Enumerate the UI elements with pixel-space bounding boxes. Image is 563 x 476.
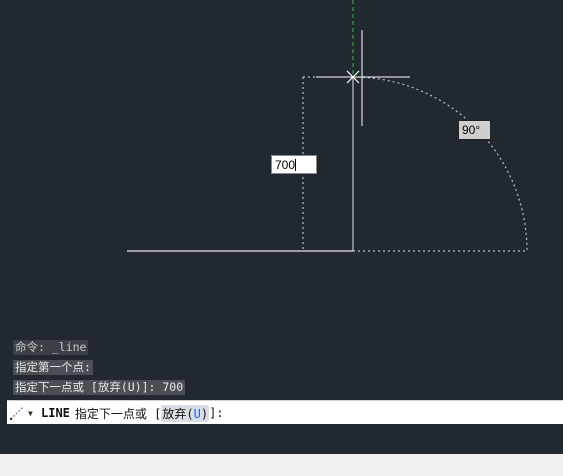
command-prompt-suffix: ]:: [209, 406, 224, 420]
line-tool-icon: [9, 404, 27, 422]
command-history-line: 指定下一点或 [放弃(U)]: 700: [13, 380, 186, 395]
command-history-line: 指定第一个点:: [13, 360, 93, 375]
command-prompt: 指定下一点或 [: [74, 406, 162, 421]
crosshair-cursor: [316, 30, 410, 126]
command-name: LINE: [41, 406, 70, 420]
command-history-line: 命令: _line: [13, 340, 89, 355]
chevron-down-icon[interactable]: ▼: [28, 409, 38, 418]
angle-arc: [352, 76, 528, 252]
text-caret: [295, 159, 297, 171]
dynamic-length-input[interactable]: 700: [271, 155, 317, 174]
status-bar: [0, 454, 563, 476]
command-line[interactable]: ▼ LINE 指定下一点或 [放弃(U)]:: [7, 400, 563, 425]
angle-tooltip: 90°: [458, 120, 491, 140]
command-area-gap: [0, 424, 563, 454]
undo-option[interactable]: 放弃(U): [161, 404, 210, 422]
